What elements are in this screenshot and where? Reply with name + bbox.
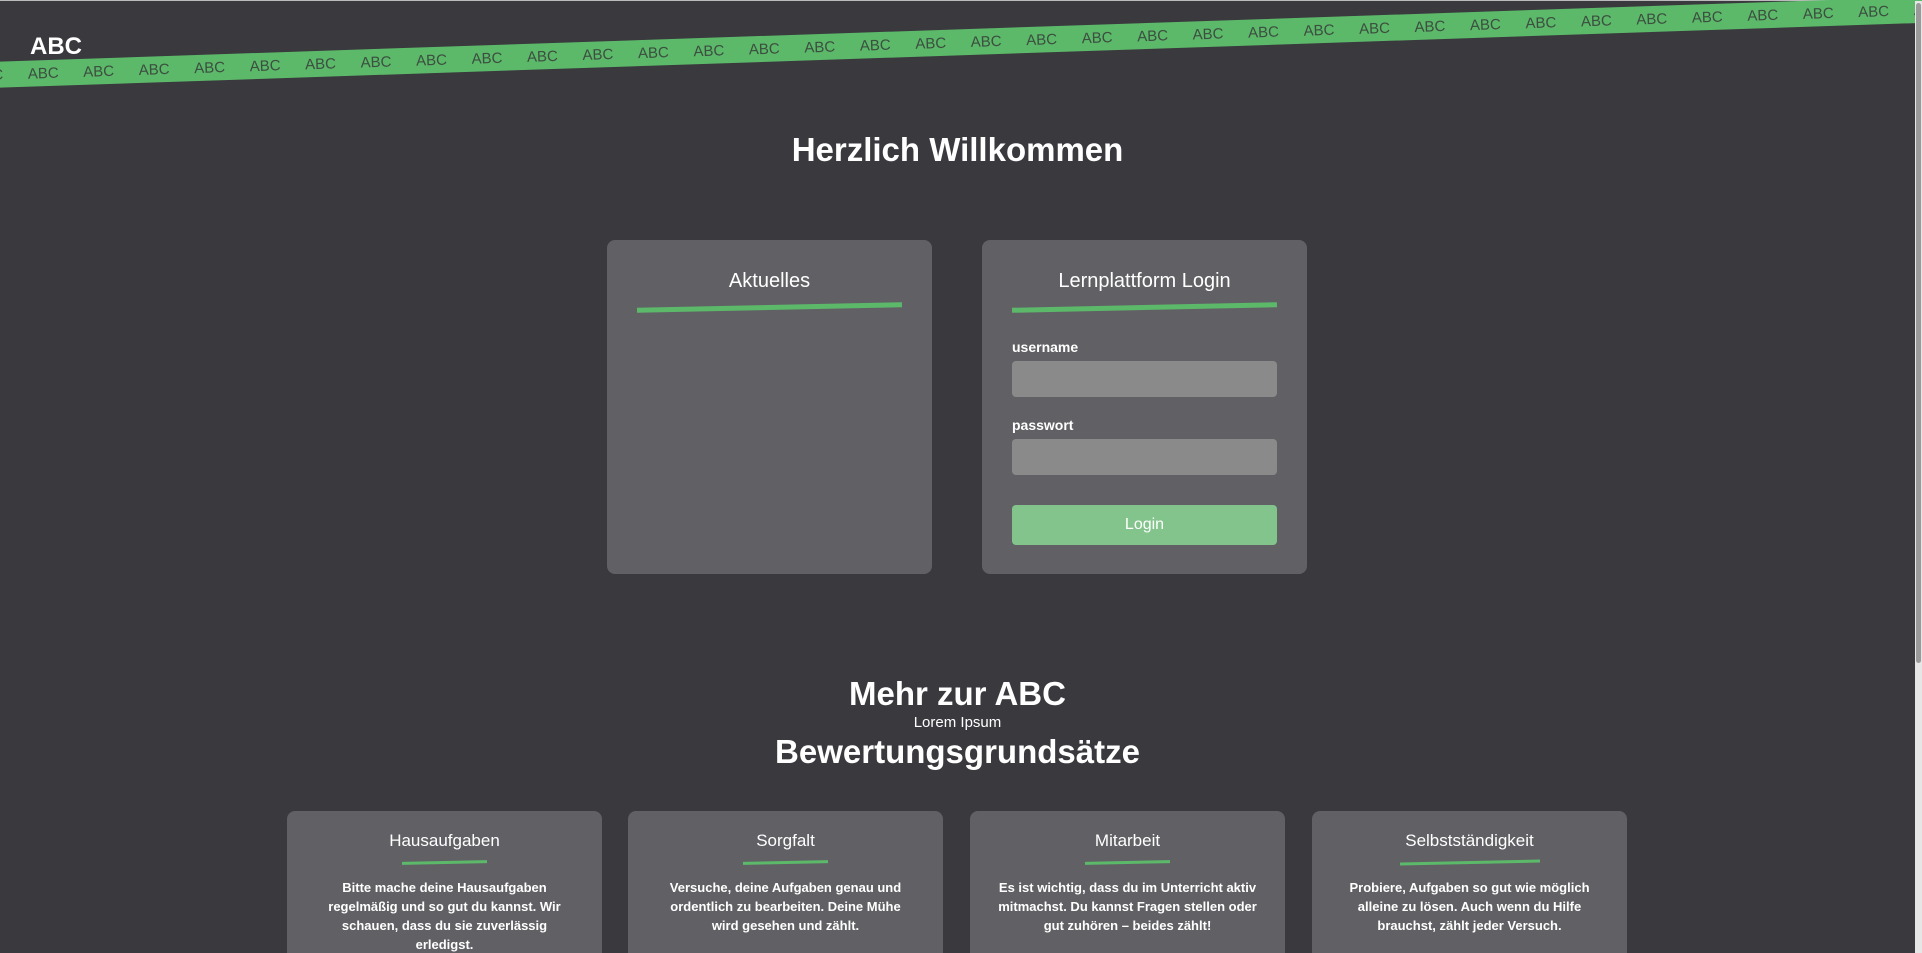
principle-card: Hausaufgaben Bitte mache deine Hausaufga… (287, 811, 602, 953)
banner-text: ABC (582, 45, 614, 64)
principle-card: Selbstständigkeit Probiere, Aufgaben so … (1312, 811, 1627, 953)
banner-text: ABC (637, 43, 670, 62)
principle-title: Hausaufgaben (389, 831, 500, 850)
login-title: Lernplattform Login (1058, 270, 1231, 292)
banner-text: ABC (1025, 30, 1058, 49)
banner-text: ABC (1081, 28, 1113, 47)
banner-stripe: ABC ABC ABC ABC ABC ABC ABC ABC ABC ABC ABC ABC ABC A… (0, 0, 1922, 89)
banner-text: ABC (748, 39, 780, 58)
banner-text: ABC (82, 62, 115, 81)
banner-text: ABC (1580, 11, 1613, 30)
more-subtitle: Lorem Ipsum (913, 714, 1002, 731)
login-button[interactable]: Login (1012, 505, 1277, 545)
banner-text: ABC (970, 32, 1002, 51)
banner-text: ABC (27, 64, 59, 83)
principles-heading: Bewertungsgrundsätze (775, 733, 1140, 770)
banner-text: ABC (859, 36, 891, 55)
title-underline (401, 860, 488, 865)
banner-text: ABC (1525, 13, 1557, 32)
principle-card: Sorgfalt Versuche, deine Aufgaben genau … (628, 811, 943, 953)
title-underline (742, 860, 829, 865)
scrollbar-thumb[interactable] (1916, 3, 1921, 663)
username-input[interactable] (1012, 361, 1277, 397)
principle-text: Bitte mache deine Hausaufgaben regelmäßi… (328, 880, 561, 952)
principle-title: Mitarbeit (1094, 831, 1161, 850)
banner-text: ABC (1358, 19, 1391, 38)
banner-text: ABC (415, 51, 448, 70)
banner-text: ABC (471, 49, 503, 68)
more-heading: Mehr zur ABC (849, 675, 1066, 712)
principle-text: Es ist wichtig, dass du im Unterricht ak… (998, 880, 1257, 933)
principle-text: Versuche, deine Aufgaben genau und orden… (669, 880, 902, 933)
site-logo[interactable]: ABC (30, 33, 82, 61)
username-label: username (1012, 339, 1079, 355)
banner-text: ABC (1136, 26, 1169, 45)
banner-text: ABC (1636, 9, 1668, 29)
banner-text: ABC (1469, 15, 1502, 34)
banner-text: ABC (914, 34, 947, 53)
banner-text: ABC (1192, 24, 1224, 43)
title-underline (1084, 860, 1171, 865)
banner-text: ABC (1857, 2, 1890, 21)
page-scrollbar[interactable] (1915, 1, 1922, 953)
banner-text: ABC (1747, 6, 1779, 25)
banner-text: ABC (138, 60, 170, 79)
banner-text: ABC (1691, 8, 1723, 27)
news-card: Aktuelles (607, 240, 932, 574)
login-card: Lernplattform Login username passwort Lo… (982, 240, 1307, 574)
banner-text: ABC (1802, 4, 1834, 23)
title-underline (636, 302, 903, 313)
banner-text: ABC (804, 38, 836, 57)
banner-text: ABC (249, 56, 281, 75)
banner-text: ABC (0, 66, 4, 85)
title-underline (1011, 302, 1278, 313)
banner-text: ABC (193, 58, 226, 77)
banner-text: ABC (1247, 23, 1280, 42)
banner-text: ABC (360, 52, 392, 71)
welcome-heading: Herzlich Willkommen (791, 131, 1124, 168)
title-underline (1399, 859, 1540, 866)
password-label: passwort (1012, 417, 1074, 433)
principle-text: Probiere, Aufgaben so gut wie möglich al… (1349, 880, 1590, 933)
news-title: Aktuelles (728, 270, 811, 292)
banner-text: ABC (693, 41, 725, 60)
banner-text: ABC (526, 47, 559, 66)
banner-text: ABC (304, 54, 337, 73)
banner-text: ABC (1414, 17, 1446, 36)
principle-title: Sorgfalt (756, 831, 815, 850)
password-input[interactable] (1012, 439, 1277, 475)
banner-text: ABC (1303, 21, 1335, 40)
principle-title: Selbstständigkeit (1405, 831, 1534, 850)
principle-card: Mitarbeit Es ist wichtig, dass du im Unt… (970, 811, 1285, 953)
